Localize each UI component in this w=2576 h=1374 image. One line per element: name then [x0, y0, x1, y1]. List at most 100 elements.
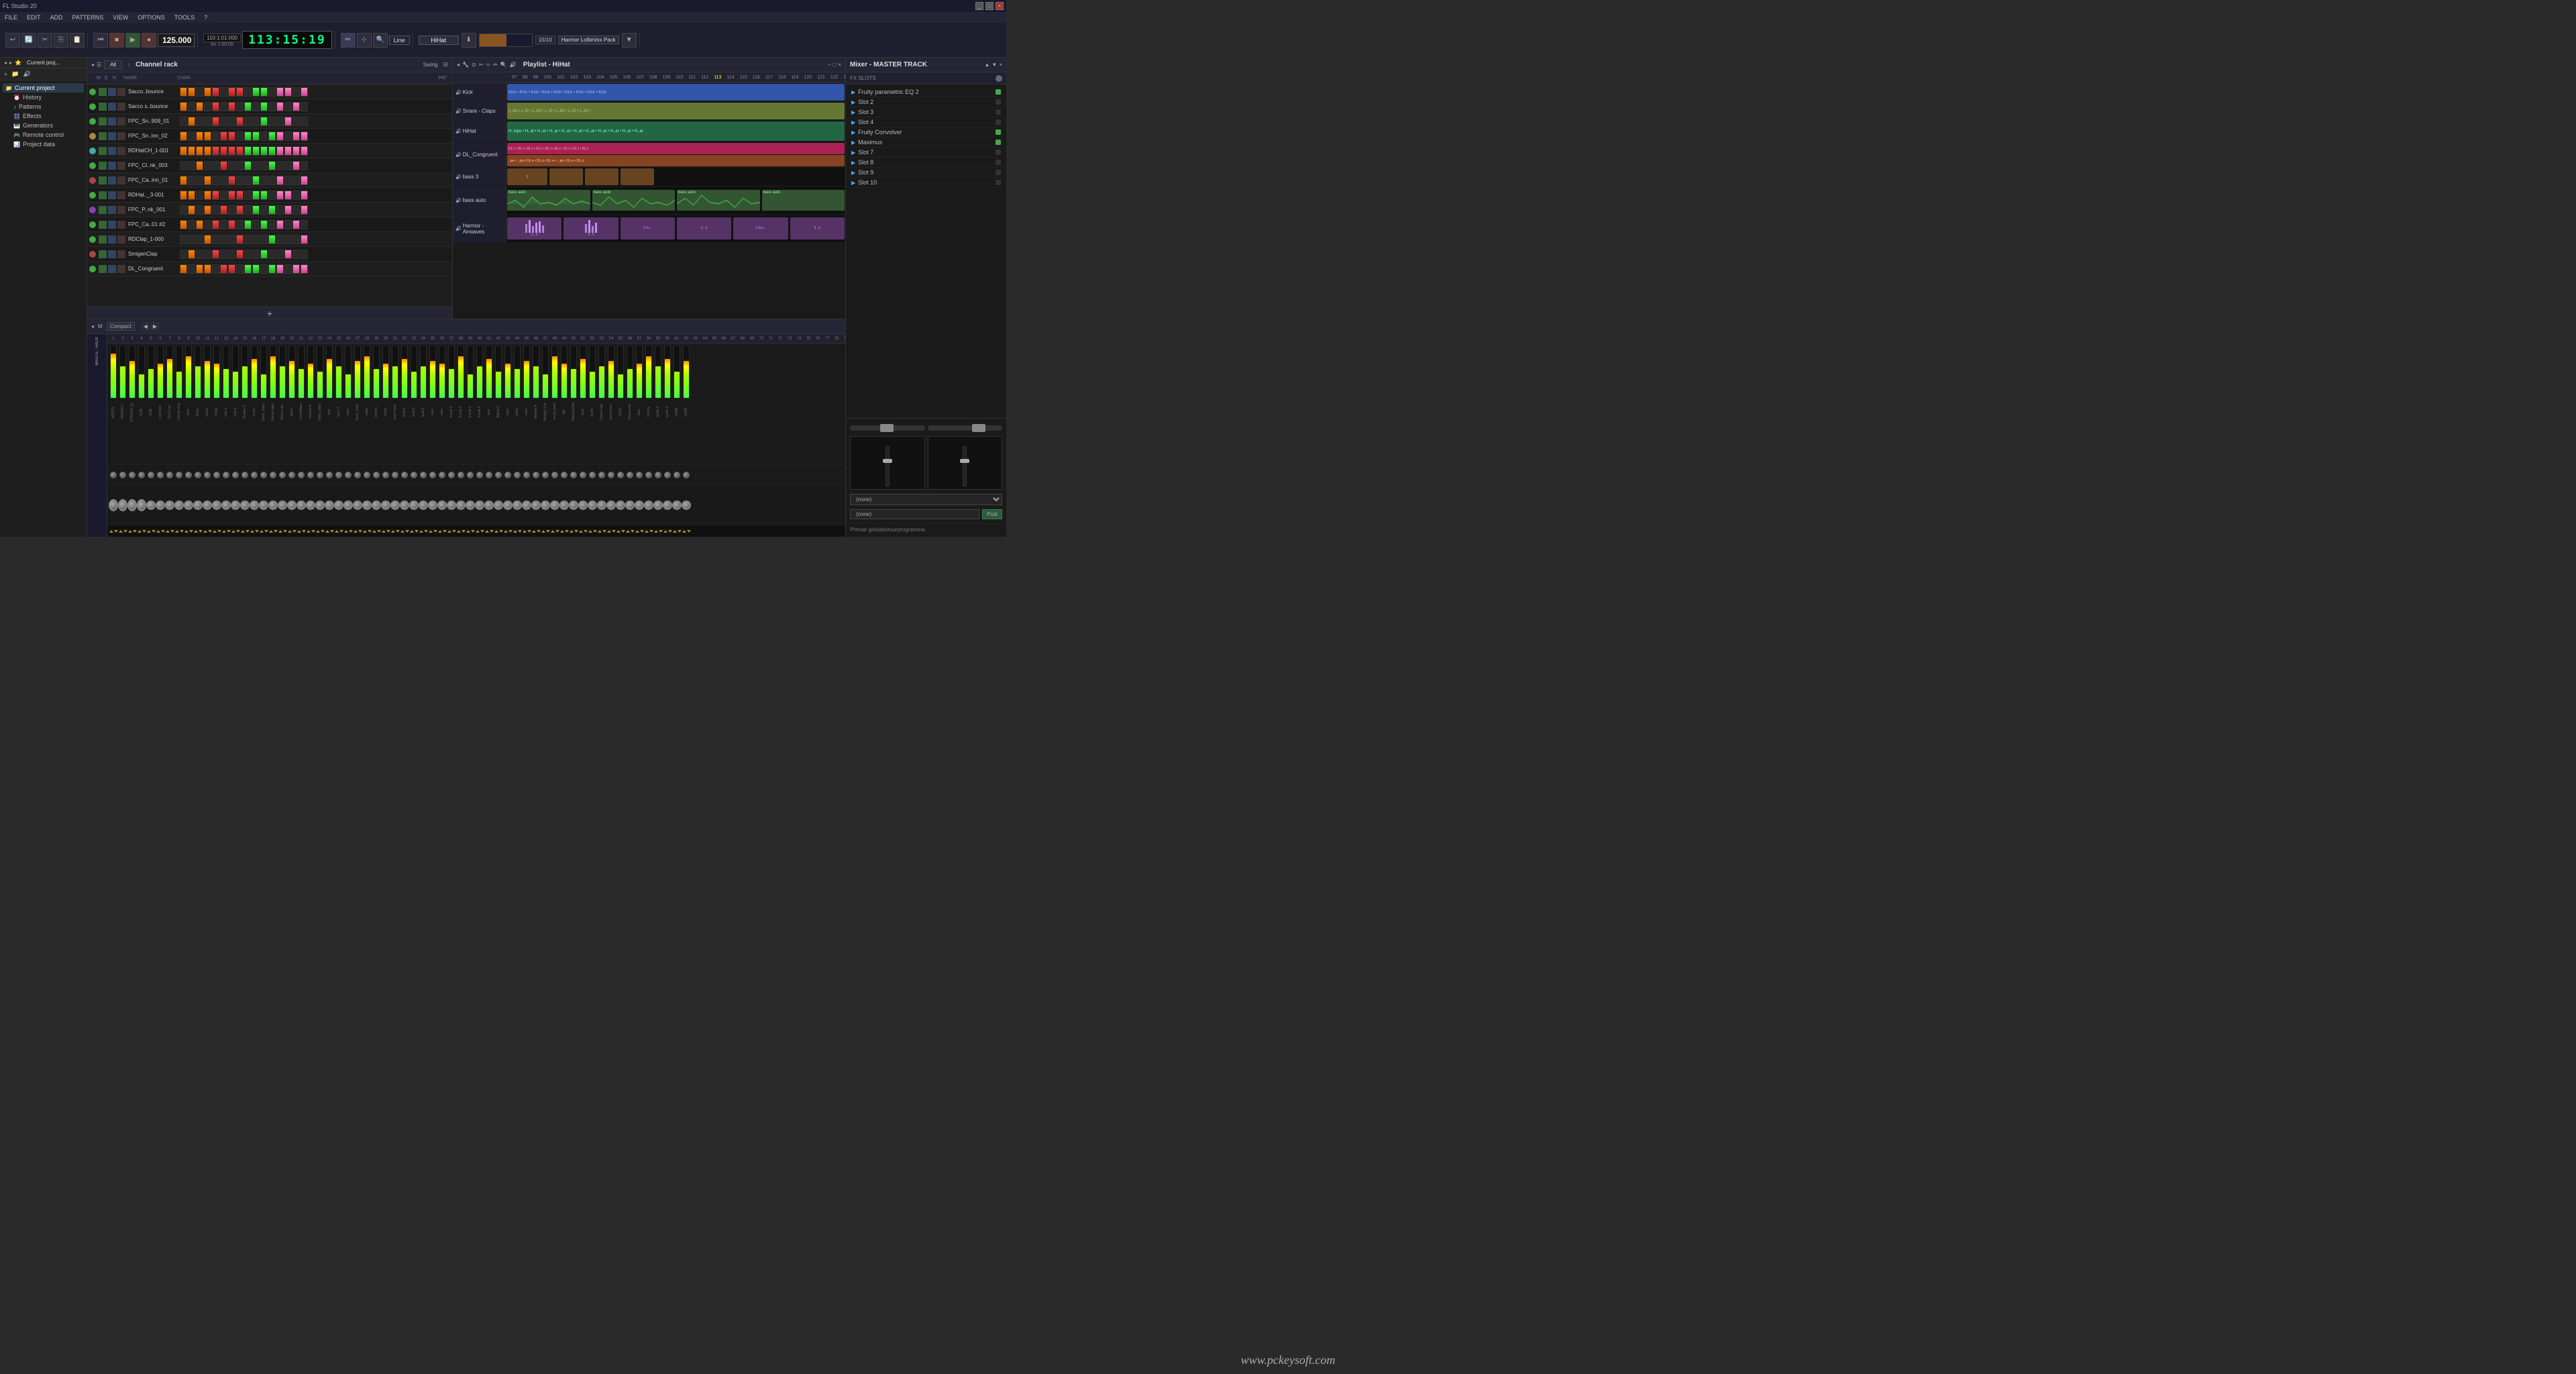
mixer-knob-small-45[interactable]: [531, 472, 541, 478]
pad-2-15[interactable]: [301, 117, 308, 126]
pad-1-12[interactable]: [276, 102, 284, 111]
pad-9-15[interactable]: [301, 220, 308, 229]
pad-4-11[interactable]: [268, 146, 276, 156]
pad-0-14[interactable]: [292, 87, 300, 97]
tree-item-patterns[interactable]: ♪ Patterns: [3, 102, 84, 111]
mixer-knob-large-34[interactable]: [428, 500, 437, 510]
fx-knob[interactable]: [996, 75, 1002, 82]
fx-enabled-7[interactable]: [996, 150, 1001, 155]
mixer-knob-small-47[interactable]: [550, 472, 559, 478]
pad-3-4[interactable]: [212, 131, 219, 141]
fader-bg-42[interactable]: [504, 345, 511, 399]
solo-btn-12[interactable]: [108, 265, 116, 273]
mixer-knob-small-0[interactable]: [109, 472, 118, 478]
mixer-knob-large-39[interactable]: [475, 500, 484, 510]
pad-2-13[interactable]: [284, 117, 292, 126]
mixer-knob-small-5[interactable]: [156, 472, 165, 478]
channel-pads-6[interactable]: [180, 176, 452, 185]
large-knob-23[interactable]: [325, 500, 334, 510]
mixer-knob-small-26[interactable]: [353, 472, 362, 478]
mixer-knob-large-28[interactable]: [372, 500, 381, 510]
pad-2-2[interactable]: [196, 117, 203, 126]
fx-item-maximus[interactable]: ▶ Maximus: [849, 138, 1004, 148]
pad-8-4[interactable]: [212, 205, 219, 215]
inst-btn-11[interactable]: [117, 250, 125, 258]
fx-item-slot9[interactable]: ▶ Slot 9: [849, 168, 1004, 178]
pad-9-9[interactable]: [252, 220, 260, 229]
mixer-knob-large-49[interactable]: [569, 500, 578, 510]
pad-11-14[interactable]: [292, 250, 300, 259]
mixer-knob-small-1[interactable]: [118, 472, 127, 478]
solo-btn-0[interactable]: [108, 88, 116, 96]
maximize-button[interactable]: □: [985, 2, 994, 10]
send-select[interactable]: (none): [850, 494, 1002, 505]
pad-0-0[interactable]: [180, 87, 187, 97]
mixer-knob-small-34[interactable]: [428, 472, 437, 478]
large-knob-14[interactable]: [240, 500, 250, 510]
large-knob-44[interactable]: [522, 500, 531, 510]
pad-7-3[interactable]: [204, 191, 211, 200]
large-knob-12[interactable]: [221, 500, 231, 510]
select-tool[interactable]: ⊹: [357, 33, 372, 48]
pad-10-10[interactable]: [260, 235, 268, 244]
mute-btn-2[interactable]: [99, 117, 107, 125]
mute-btn-8[interactable]: [99, 206, 107, 214]
mixer-knob-large-36[interactable]: [447, 500, 456, 510]
large-knob-3[interactable]: [137, 499, 146, 511]
volume-fader[interactable]: [928, 425, 1003, 431]
fader-bg-55[interactable]: [627, 345, 633, 399]
pad-4-4[interactable]: [212, 146, 219, 156]
pad-5-2[interactable]: [196, 161, 203, 170]
mixer-knob-small-6[interactable]: [165, 472, 174, 478]
pad-1-8[interactable]: [244, 102, 252, 111]
pad-3-8[interactable]: [244, 131, 252, 141]
fader-bg-8[interactable]: [185, 345, 192, 399]
pad-8-5[interactable]: [220, 205, 227, 215]
mixer-knob-small-13[interactable]: [231, 472, 240, 478]
pad-12-11[interactable]: [268, 264, 276, 274]
menu-patterns[interactable]: PATTERNS: [70, 14, 106, 21]
mixer-knob-large-42[interactable]: [503, 500, 513, 510]
mixer-knob-large-10[interactable]: [203, 500, 212, 510]
large-knob-21[interactable]: [306, 500, 315, 510]
pad-10-7[interactable]: [236, 235, 244, 244]
pad-9-7[interactable]: [236, 220, 244, 229]
pad-6-6[interactable]: [228, 176, 235, 185]
pad-12-2[interactable]: [196, 264, 203, 274]
pad-9-3[interactable]: [204, 220, 211, 229]
pad-7-8[interactable]: [244, 191, 252, 200]
pad-3-7[interactable]: [236, 131, 244, 141]
pad-6-9[interactable]: [252, 176, 260, 185]
pad-8-13[interactable]: [284, 205, 292, 215]
tree-item-project-data[interactable]: 📊 Project data: [3, 140, 84, 149]
mixer-knob-large-11[interactable]: [212, 500, 221, 510]
fader-bg-13[interactable]: [232, 345, 239, 399]
inst-btn-10[interactable]: [117, 235, 125, 244]
large-knob-46[interactable]: [541, 500, 550, 510]
pad-10-11[interactable]: [268, 235, 276, 244]
large-knob-4[interactable]: [146, 500, 156, 510]
large-knob-1[interactable]: [118, 499, 127, 511]
fader-bg-54[interactable]: [617, 345, 624, 399]
channel-filter[interactable]: All: [104, 60, 122, 69]
kick-content[interactable]: Kick • Kick • Kick • Kick • Kick • Kick …: [506, 83, 845, 101]
pad-5-7[interactable]: [236, 161, 244, 170]
pad-4-14[interactable]: [292, 146, 300, 156]
large-knob-58[interactable]: [653, 500, 663, 510]
pad-8-10[interactable]: [260, 205, 268, 215]
pad-12-10[interactable]: [260, 264, 268, 274]
pad-2-4[interactable]: [212, 117, 219, 126]
pad-0-13[interactable]: [284, 87, 292, 97]
mixer-knob-small-14[interactable]: [240, 472, 250, 478]
bass-auto-content[interactable]: bass auto bass auto: [506, 187, 845, 214]
pad-10-15[interactable]: [301, 235, 308, 244]
pad-0-9[interactable]: [252, 87, 260, 97]
mixer-knob-large-41[interactable]: [494, 500, 503, 510]
pad-0-6[interactable]: [228, 87, 235, 97]
mute-btn-6[interactable]: [99, 176, 107, 184]
large-knob-34[interactable]: [428, 500, 437, 510]
mixer-knob-large-35[interactable]: [437, 500, 447, 510]
pad-8-6[interactable]: [228, 205, 235, 215]
large-knob-56[interactable]: [635, 500, 644, 510]
pad-5-13[interactable]: [284, 161, 292, 170]
